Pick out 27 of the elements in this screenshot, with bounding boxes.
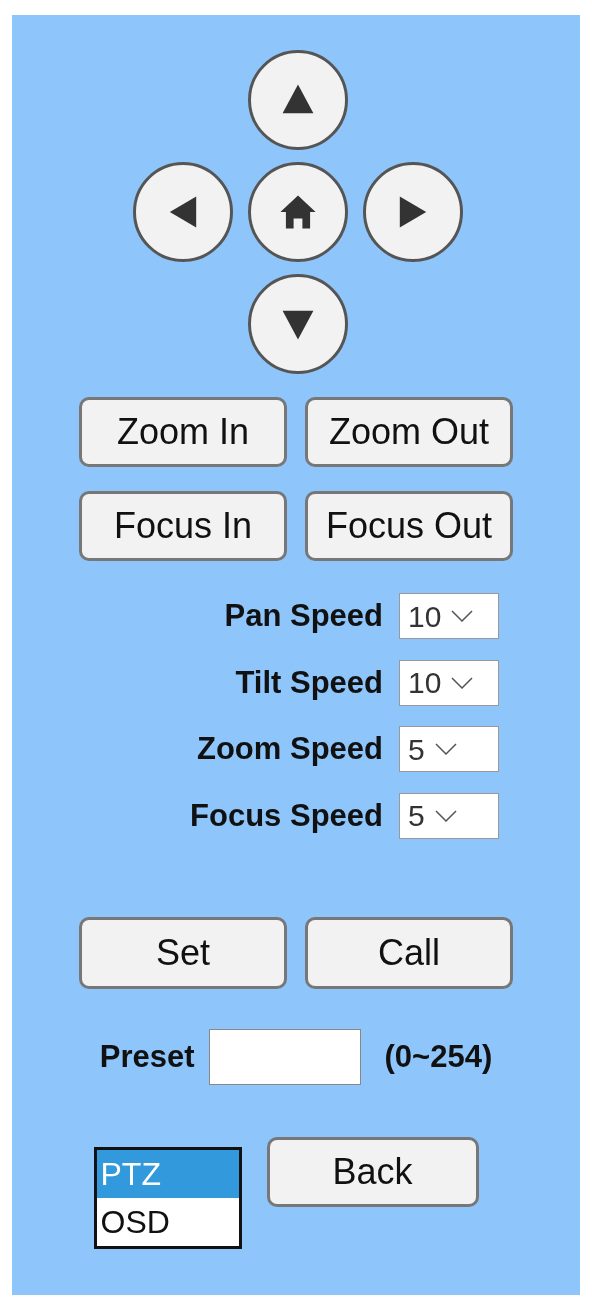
select-value: 10 bbox=[408, 665, 442, 702]
speed-select[interactable]: 5 bbox=[399, 792, 499, 839]
mode-listbox[interactable]: PTZ OSD bbox=[93, 1147, 242, 1249]
chevron-down-icon bbox=[434, 809, 457, 822]
lens-button[interactable]: Focus Out bbox=[305, 491, 513, 561]
speed-select[interactable]: 10 bbox=[399, 659, 499, 706]
preset-range: (0~254) bbox=[384, 1037, 493, 1076]
select-value: 5 bbox=[408, 798, 425, 835]
speed-label: Focus Speed bbox=[189, 796, 383, 835]
preset-button[interactable]: Call bbox=[305, 917, 513, 989]
select-value: 10 bbox=[408, 598, 442, 635]
back-button[interactable]: Back bbox=[266, 1137, 479, 1207]
speed-label: Zoom Speed bbox=[196, 730, 383, 768]
preset-input-field[interactable] bbox=[208, 1029, 361, 1085]
select-value: 5 bbox=[408, 731, 425, 768]
preset-button[interactable]: Set bbox=[79, 917, 287, 989]
preset-label: Preset bbox=[99, 1037, 195, 1076]
speed-select[interactable]: 5 bbox=[399, 726, 499, 773]
lens-button[interactable]: Zoom Out bbox=[305, 397, 513, 467]
speed-select[interactable]: 10 bbox=[399, 593, 499, 640]
lens-button[interactable]: Focus In bbox=[79, 491, 287, 561]
speed-label: Tilt Speed bbox=[234, 663, 383, 702]
lens-button[interactable]: Zoom In bbox=[79, 397, 287, 467]
chevron-down-icon bbox=[451, 610, 474, 623]
chevron-down-icon bbox=[434, 743, 457, 756]
speed-label: Pan Speed bbox=[223, 597, 383, 635]
chevron-down-icon bbox=[451, 676, 474, 689]
